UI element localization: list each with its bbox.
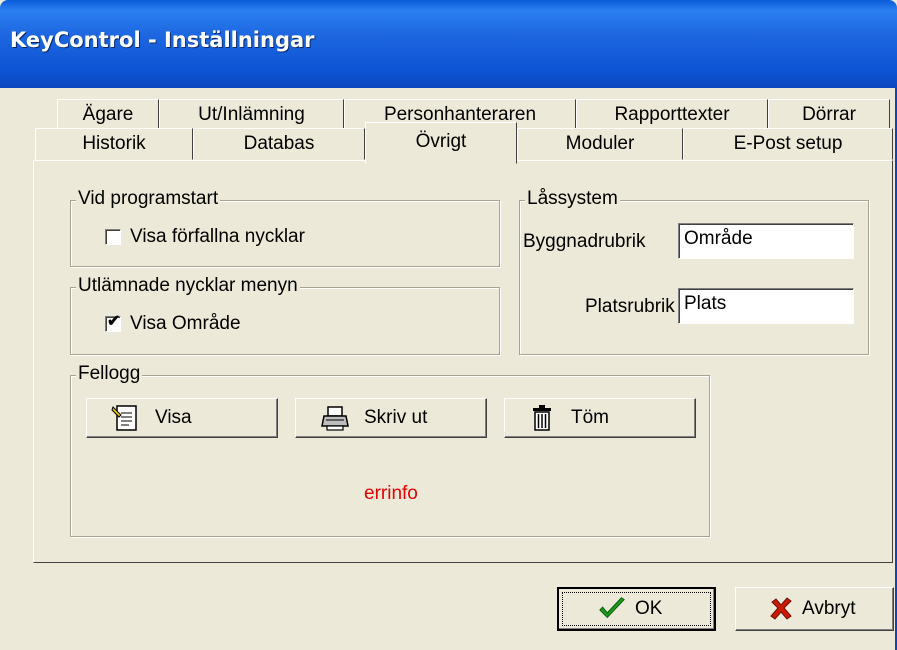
tab-label: E-Post setup	[733, 133, 843, 154]
group-legend: Vid programstart	[76, 188, 221, 210]
tab-rapporttexter[interactable]: Rapporttexter	[576, 99, 768, 131]
trash-icon	[527, 403, 557, 433]
cross-icon	[766, 594, 796, 624]
tab-label: Historik	[82, 133, 146, 154]
checkbox-box[interactable]	[105, 229, 121, 245]
tom-button[interactable]: Töm	[504, 398, 696, 438]
group-legend: Låssystem	[525, 188, 620, 210]
tab-label: Rapporttexter	[614, 104, 730, 125]
skriv-ut-label: Skriv ut	[364, 407, 428, 428]
checkmark-icon	[597, 594, 627, 624]
checkbox-label: Visa förfallna nycklar	[130, 226, 305, 247]
tab-label: Övrigt	[415, 131, 467, 152]
title-bar[interactable]: KeyControl - Inställningar	[0, 0, 897, 88]
tab-databas[interactable]: Databas	[193, 128, 365, 160]
tab-label: Moduler	[565, 133, 635, 154]
visa-label: Visa	[155, 407, 192, 428]
visa-button[interactable]: Visa	[86, 398, 278, 438]
settings-window: KeyControl - Inställningar Ägare Ut/Inlä…	[0, 0, 897, 650]
tab-moduler[interactable]: Moduler	[517, 128, 683, 160]
tab-label: Ut/Inlämning	[198, 104, 305, 125]
ok-button[interactable]: OK	[557, 587, 716, 631]
checkbox-visa-omrade[interactable]: ✔ Visa Område	[105, 313, 241, 335]
tab-label: Dörrar	[802, 104, 856, 125]
byggnadrubrik-input[interactable]: Område	[678, 223, 854, 259]
window-title: KeyControl - Inställningar	[10, 28, 315, 52]
group-legend: Utlämnade nycklar menyn	[76, 275, 300, 297]
tab-ovrigt[interactable]: Övrigt	[365, 122, 517, 164]
group-legend: Fellogg	[76, 363, 143, 385]
error-info-text: errinfo	[364, 483, 418, 504]
skriv-ut-button[interactable]: Skriv ut	[295, 398, 487, 438]
cancel-button[interactable]: Avbryt	[735, 587, 894, 631]
platsrubrik-label: Platsrubrik	[585, 296, 675, 317]
tab-label: Ägare	[82, 104, 134, 125]
checkbox-label: Visa Område	[130, 313, 241, 334]
tab-dorrar[interactable]: Dörrar	[768, 99, 890, 131]
check-icon: ✔	[107, 313, 121, 330]
tab-e-post-setup[interactable]: E-Post setup	[683, 128, 893, 160]
tab-ut-inlamning[interactable]: Ut/Inlämning	[159, 99, 344, 131]
document-icon	[111, 403, 141, 433]
tab-historik[interactable]: Historik	[35, 128, 193, 160]
platsrubrik-input[interactable]: Plats	[678, 288, 854, 324]
tom-label: Töm	[571, 407, 609, 428]
checkbox-visa-forfallna[interactable]: Visa förfallna nycklar	[105, 226, 305, 248]
byggnadrubrik-label: Byggnadrubrik	[523, 231, 646, 252]
cancel-label: Avbryt	[802, 598, 856, 619]
printer-icon	[320, 403, 350, 433]
tab-agare[interactable]: Ägare	[57, 99, 159, 131]
ok-label: OK	[635, 598, 663, 619]
checkbox-box[interactable]: ✔	[105, 313, 121, 332]
tab-label: Databas	[243, 133, 315, 154]
